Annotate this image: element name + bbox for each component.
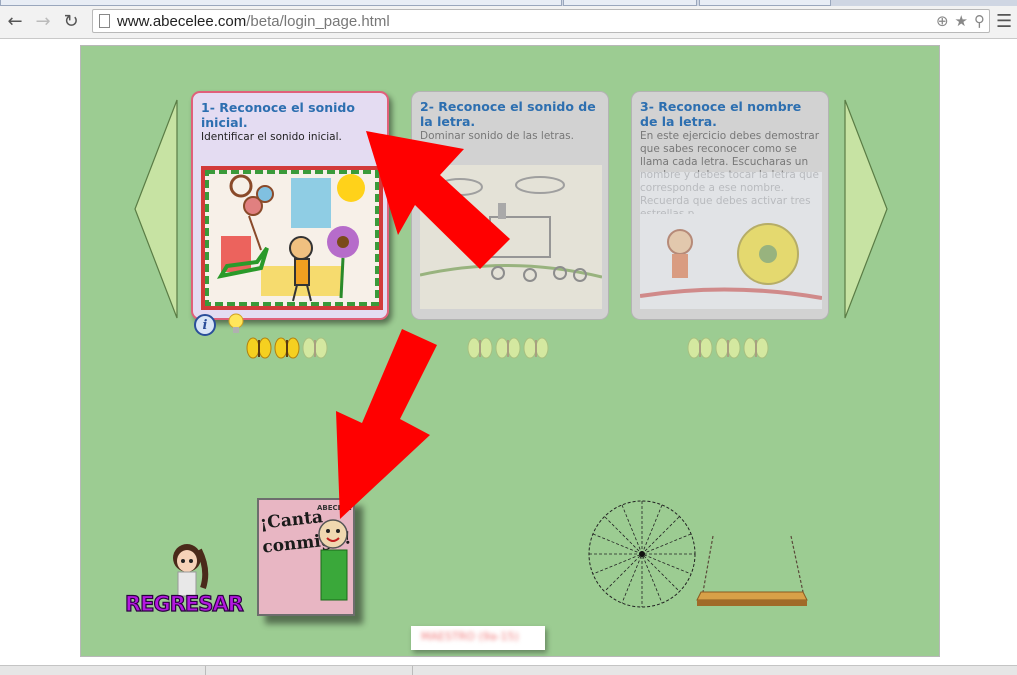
butterfly-star-empty-icon bbox=[302, 337, 328, 359]
url-path: /beta/login_page.html bbox=[246, 13, 390, 30]
spinner-wheel[interactable] bbox=[587, 500, 697, 610]
activity-card-3[interactable]: 3- Reconoce el nombre de la letra. En es… bbox=[631, 91, 829, 320]
butterfly-star-empty-icon bbox=[743, 337, 769, 359]
star-icon[interactable]: ★ bbox=[955, 12, 968, 30]
star-rating-1 bbox=[246, 336, 328, 360]
activity-title: 3- Reconoce el nombre de la letra. bbox=[640, 99, 802, 129]
url-text[interactable]: www.abecelee.com/beta/login_page.html bbox=[117, 13, 390, 30]
teacher-label-text: MAESTRO (9a-15) bbox=[421, 630, 519, 643]
swing-seat[interactable] bbox=[695, 534, 809, 612]
star-rating-3 bbox=[687, 336, 769, 360]
zoom-icon[interactable]: ⊕ bbox=[936, 12, 949, 30]
girl-character-icon bbox=[173, 544, 209, 597]
teacher-label[interactable]: MAESTRO (9a-15) bbox=[411, 626, 545, 650]
wrench-icon[interactable]: ⚲ bbox=[974, 12, 985, 30]
activity-title: 1- Reconoce el sonido inicial. bbox=[201, 100, 355, 130]
sing-along-brand: ABECELE bbox=[317, 504, 352, 512]
activity-card-1[interactable]: 1- Reconoce el sonido inicial. Identific… bbox=[191, 91, 389, 320]
forward-icon[interactable]: → bbox=[32, 10, 54, 32]
reload-icon[interactable]: ↻ bbox=[60, 10, 82, 32]
back-button-label: REGRESAR bbox=[124, 591, 244, 616]
previous-page-arrow[interactable] bbox=[133, 98, 179, 320]
activity-description: Identificar el sonido inicial. bbox=[201, 131, 342, 143]
info-icon[interactable]: i bbox=[194, 314, 216, 336]
activity-drawing bbox=[420, 165, 602, 309]
activity-stage: 1- Reconoce el sonido inicial. Identific… bbox=[80, 45, 940, 657]
butterfly-star-empty-icon bbox=[523, 337, 549, 359]
browser-toolbar: ← → ↻ www.abecelee.com/beta/login_page.h… bbox=[0, 6, 1017, 39]
butterfly-star-earned-icon bbox=[274, 337, 300, 359]
activity-drawing bbox=[640, 172, 822, 309]
back-button[interactable]: REGRESAR bbox=[124, 542, 244, 622]
butterfly-star-empty-icon bbox=[467, 337, 493, 359]
next-page-arrow[interactable] bbox=[843, 98, 889, 320]
page-viewport: 1- Reconoce el sonido inicial. Identific… bbox=[0, 39, 1017, 665]
activity-title: 2- Reconoce el sonido de la letra. bbox=[420, 99, 596, 129]
mascot-icon bbox=[318, 519, 348, 601]
activity-card-2[interactable]: 2- Reconoce el sonido de la letra. Domin… bbox=[411, 91, 609, 320]
butterfly-star-empty-icon bbox=[495, 337, 521, 359]
sing-along-card[interactable]: ¡Canta conmigo! ABECELE bbox=[257, 498, 355, 616]
butterfly-star-empty-icon bbox=[687, 337, 713, 359]
activity-description: Dominar sonido de las letras. bbox=[420, 130, 574, 142]
star-rating-2 bbox=[467, 336, 549, 360]
page-icon bbox=[99, 14, 110, 28]
url-host: www.abecelee.com bbox=[117, 13, 247, 30]
menu-icon[interactable]: ☰ bbox=[996, 11, 1012, 32]
lightbulb-icon[interactable] bbox=[227, 312, 245, 336]
back-icon[interactable]: ← bbox=[4, 10, 26, 32]
butterfly-star-empty-icon bbox=[715, 337, 741, 359]
butterfly-star-earned-icon bbox=[246, 337, 272, 359]
activity-drawing bbox=[201, 166, 383, 310]
address-bar[interactable]: www.abecelee.com/beta/login_page.html ⊕ … bbox=[92, 9, 990, 33]
